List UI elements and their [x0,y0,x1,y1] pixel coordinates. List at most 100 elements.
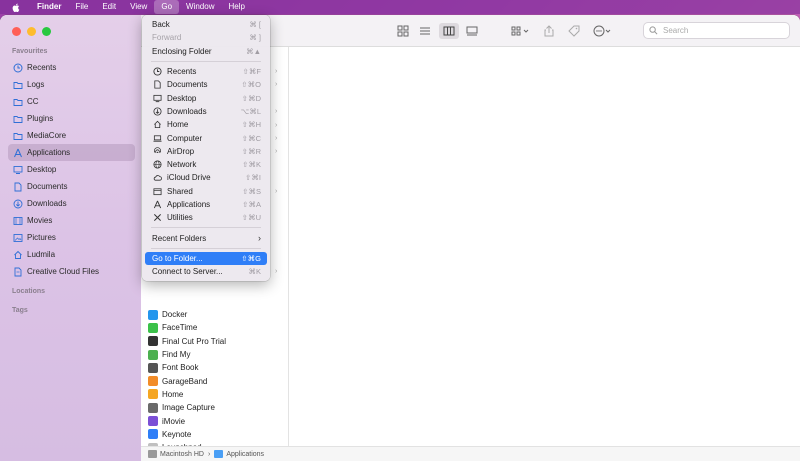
app-item[interactable]: Docker [148,308,226,321]
go-item-recents[interactable]: Recents ⇧⌘F [142,65,270,78]
app-label: iMovie [162,416,186,426]
go-recent-folders-item[interactable]: Recent Folders › [142,231,270,244]
list-view-icon[interactable] [418,24,432,38]
go-item-computer[interactable]: Computer ⇧⌘C [142,131,270,144]
go-item-shortcut: ⇧⌘D [241,93,261,103]
applications-icon [152,200,162,210]
film-icon [13,216,23,226]
go-item-label: Downloads [167,106,207,116]
favourites-list: Recents Logs CC Plugins MediaCore Application… [8,59,135,280]
folder-icon [13,80,23,90]
group-icon[interactable] [510,24,532,38]
search-field[interactable]: Search [643,22,790,39]
sidebar-item-pictures[interactable]: Pictures [8,229,135,246]
sidebar-item-applications[interactable]: Applications [8,144,135,161]
download-icon [152,106,162,116]
app-item[interactable]: iMovie [148,414,226,427]
sidebar-item-documents[interactable]: Documents [8,178,135,195]
go-item-icloud-drive[interactable]: iCloud Drive ⇧⌘I [142,171,270,184]
chevron-right-icon: › [258,233,261,244]
go-item-shortcut: ⇧⌘F [242,67,261,77]
folder-icon [13,131,23,141]
sidebar-item-movies[interactable]: Movies [8,212,135,229]
go-forward-item: Forward ⌘ ] [142,31,270,44]
share-icon[interactable] [542,24,556,38]
menu-finder[interactable]: Finder [30,0,68,14]
go-item-shortcut: ⇧⌘A [242,200,261,209]
menu-help[interactable]: Help [221,0,251,14]
tags-heading[interactable]: Tags [12,307,28,314]
minimize-button[interactable] [27,27,36,36]
sidebar-item-label: Creative Cloud Files [27,267,100,276]
go-enclosing-folder-item[interactable]: Enclosing Folder ⌘▲ [142,45,270,58]
zoom-button[interactable] [42,27,51,36]
chevron-right-icon: › [275,108,278,115]
path-disk[interactable]: Macintosh HD [160,451,204,458]
connect-to-server-item[interactable]: Connect to Server... ⌘K [142,265,270,278]
go-item-network[interactable]: Network ⇧⌘K [142,158,270,171]
sidebar-item-mediacore[interactable]: MediaCore [8,127,135,144]
go-enclosing-shortcut: ⌘▲ [246,46,261,56]
menu-window[interactable]: Window [179,0,221,14]
app-item[interactable]: Font Book [148,361,226,374]
desktop-icon [152,93,162,103]
favourites-heading: Favourites [12,48,48,55]
app-item[interactable]: Image Capture [148,401,226,414]
app-item[interactable]: Find My [148,348,226,361]
sidebar-item-recents[interactable]: Recents [8,59,135,76]
path-folder[interactable]: Applications [226,451,264,458]
column-view-icon[interactable] [439,23,459,39]
go-item-utilities[interactable]: Utilities ⇧⌘U [142,211,270,224]
menu-view[interactable]: View [123,0,154,14]
go-item-desktop[interactable]: Desktop ⇧⌘D [142,91,270,104]
sidebar-item-label: Movies [27,216,53,225]
menu-file[interactable]: File [68,0,95,14]
go-item-shared[interactable]: Shared ⇧⌘S [142,185,270,198]
sidebar-item-label: Downloads [27,199,67,208]
home-icon [152,120,162,130]
sidebar-item-ludmila[interactable]: Ludmila [8,246,135,263]
sidebar-item-plugins[interactable]: Plugins [8,110,135,127]
go-item-downloads[interactable]: Downloads ⌥⌘L [142,105,270,118]
app-icon [148,349,158,360]
gallery-view-icon[interactable] [465,24,479,38]
app-icon [148,429,158,440]
home-icon [13,250,23,260]
app-icon [148,402,158,413]
go-item-home[interactable]: Home ⇧⌘H [142,118,270,131]
go-item-documents[interactable]: Documents ⇧⌘O [142,78,270,91]
go-back-label: Back [152,20,170,30]
sidebar-item-downloads[interactable]: Downloads [8,195,135,212]
menu-separator [151,60,261,62]
locations-heading[interactable]: Locations [12,288,45,295]
go-forward-shortcut: ⌘ ] [249,33,261,43]
icon-view-icon[interactable] [396,24,410,38]
sidebar-item-logs[interactable]: Logs [8,76,135,93]
file-icon [13,267,23,277]
sidebar-item-cc[interactable]: CC [8,93,135,110]
close-button[interactable] [12,27,21,36]
app-label: Docker [162,310,188,320]
go-item-label: Shared [167,186,193,196]
sidebar-item-label: Ludmila [27,250,56,259]
more-actions-icon[interactable] [592,24,614,38]
go-back-item[interactable]: Back ⌘ [ [142,18,270,31]
app-item[interactable]: Final Cut Pro Trial [148,335,226,348]
app-item[interactable]: Keynote [148,428,226,441]
sidebar-item-desktop[interactable]: Desktop [8,161,135,178]
clock-icon [13,63,23,73]
apple-menu-icon[interactable] [10,1,22,13]
airdrop-icon [152,146,162,156]
window-controls [12,27,51,36]
tag-icon[interactable] [567,24,581,38]
go-to-folder-item[interactable]: Go to Folder... ⇧⌘G [145,251,267,266]
go-item-airdrop[interactable]: AirDrop ⇧⌘R [142,145,270,158]
app-item[interactable]: FaceTime [148,321,226,334]
menu-edit[interactable]: Edit [95,0,123,14]
go-item-applications[interactable]: Applications ⇧⌘A [142,198,270,211]
sidebar-item-creative-cloud-files[interactable]: Creative Cloud Files [8,263,135,280]
app-item[interactable]: GarageBand [148,374,226,387]
app-item[interactable]: Home [148,388,226,401]
desktop-icon [13,165,23,175]
menu-go[interactable]: Go [154,0,180,14]
